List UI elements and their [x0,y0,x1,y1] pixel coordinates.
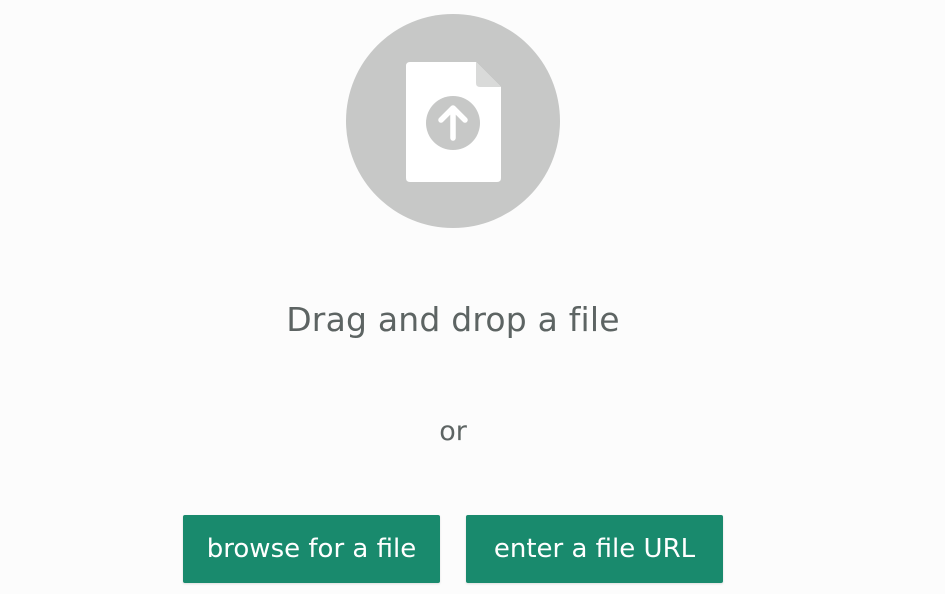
file-upload-icon [346,14,560,228]
enter-url-button[interactable]: enter a file URL [466,515,723,583]
browse-file-button[interactable]: browse for a file [183,515,440,583]
separator-text: or [439,416,467,447]
drop-headline: Drag and drop a file [286,300,620,339]
file-drop-zone[interactable]: Drag and drop a file or browse for a fil… [0,0,945,594]
